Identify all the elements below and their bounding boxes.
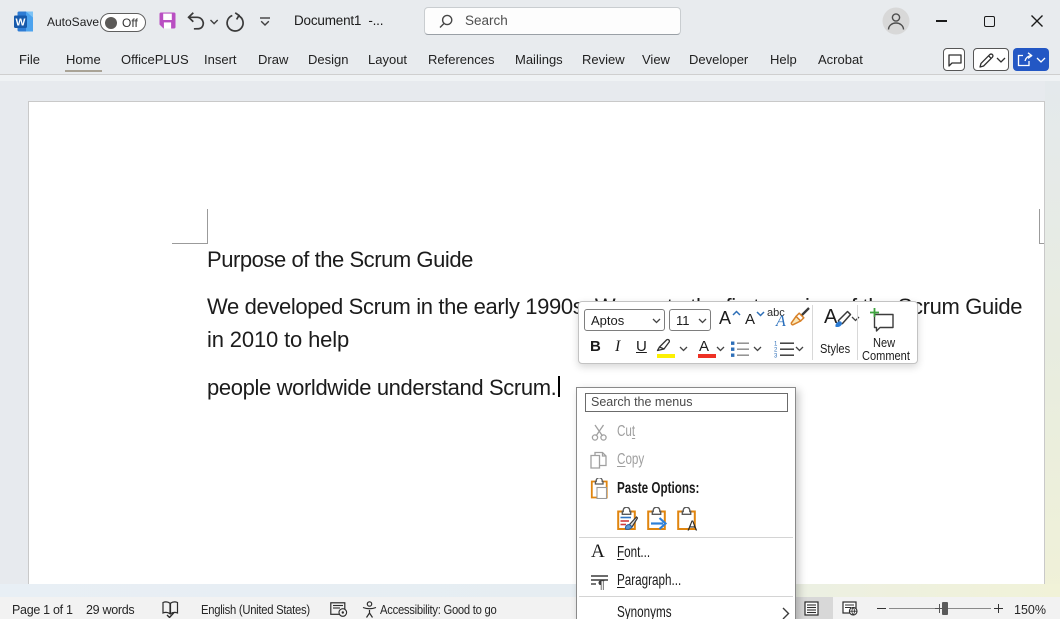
svg-text:W: W: [16, 17, 26, 29]
svg-text:¶: ¶: [598, 578, 605, 591]
svg-text:3: 3: [774, 354, 778, 358]
svg-text:A: A: [688, 519, 698, 532]
